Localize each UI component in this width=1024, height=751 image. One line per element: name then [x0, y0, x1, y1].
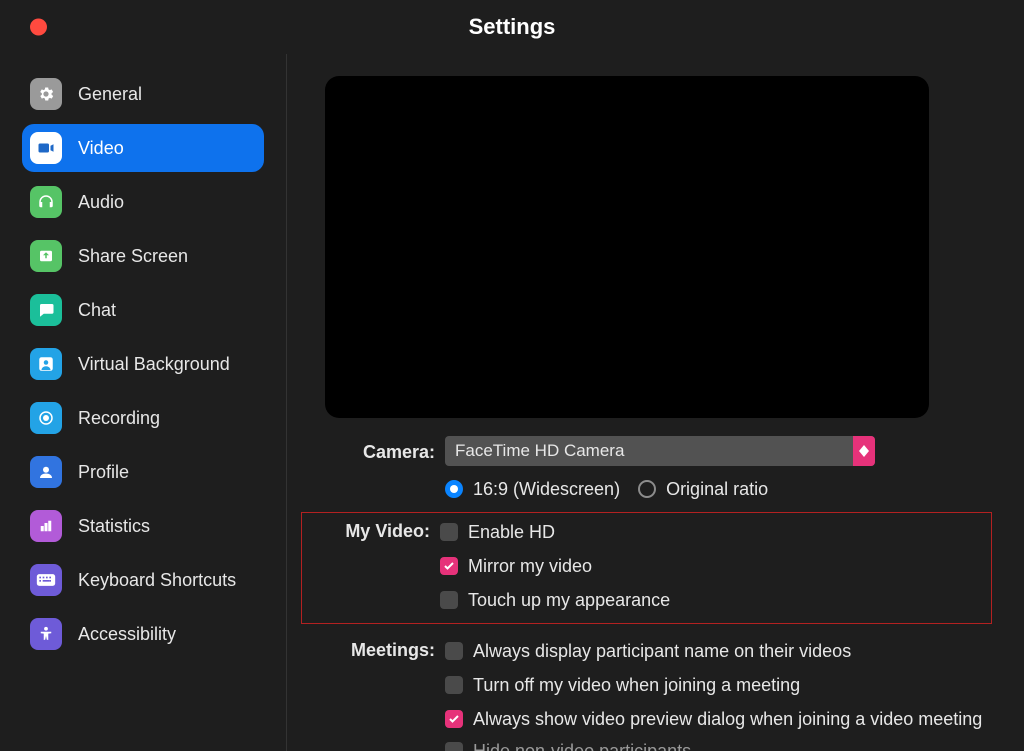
settings-window: Settings General Video [0, 0, 1024, 751]
camera-label: Camera: [307, 436, 445, 463]
person-square-icon [30, 348, 62, 380]
my-video-label: My Video: [302, 515, 440, 542]
camera-select-value: FaceTime HD Camera [455, 441, 624, 461]
aspect-ratio-original-option[interactable]: Original ratio [638, 472, 768, 506]
radio-icon [638, 480, 656, 498]
hide-non-video-checkbox[interactable]: Hide non-video participants [445, 734, 992, 751]
sidebar-item-label: Share Screen [78, 246, 188, 267]
chat-icon [30, 294, 62, 326]
sidebar-item-general[interactable]: General [22, 70, 264, 118]
gear-icon [30, 78, 62, 110]
checkbox-label: Mirror my video [468, 556, 592, 577]
checkbox-icon [440, 591, 458, 609]
checkbox-label: Enable HD [468, 522, 555, 543]
sidebar-item-chat[interactable]: Chat [22, 286, 264, 334]
radio-label: Original ratio [666, 479, 768, 500]
checkbox-icon [440, 523, 458, 541]
checkbox-label: Always display participant name on their… [473, 641, 851, 662]
sidebar-item-label: Virtual Background [78, 354, 230, 375]
record-icon [30, 402, 62, 434]
sidebar: General Video Audio Share [0, 54, 287, 751]
sidebar-item-label: Video [78, 138, 124, 159]
sidebar-item-video[interactable]: Video [22, 124, 264, 172]
sidebar-item-audio[interactable]: Audio [22, 178, 264, 226]
checkbox-label: Touch up my appearance [468, 590, 670, 611]
select-stepper-icon [853, 436, 875, 466]
touch-up-checkbox[interactable]: Touch up my appearance [440, 583, 991, 617]
checkbox-label: Turn off my video when joining a meeting [473, 675, 800, 696]
checkbox-icon [445, 742, 463, 751]
window-title: Settings [469, 14, 556, 40]
sidebar-item-label: Chat [78, 300, 116, 321]
keyboard-icon [30, 564, 62, 596]
sidebar-item-label: Keyboard Shortcuts [78, 570, 236, 591]
meetings-row: Meetings: Always display participant nam… [307, 634, 992, 751]
video-camera-icon [30, 132, 62, 164]
headphones-icon [30, 186, 62, 218]
sidebar-item-label: Profile [78, 462, 129, 483]
titlebar: Settings [0, 0, 1024, 54]
video-settings-form: Camera: FaceTime HD Camera [307, 436, 992, 751]
sidebar-item-label: Statistics [78, 516, 150, 537]
checkbox-icon [445, 710, 463, 728]
video-preview [325, 76, 929, 418]
share-screen-icon [30, 240, 62, 272]
radio-icon [445, 480, 463, 498]
display-participant-name-checkbox[interactable]: Always display participant name on their… [445, 634, 992, 668]
sidebar-item-label: Recording [78, 408, 160, 429]
sidebar-item-profile[interactable]: Profile [22, 448, 264, 496]
camera-select[interactable]: FaceTime HD Camera [445, 436, 875, 466]
checkbox-label: Always show video preview dialog when jo… [473, 709, 982, 730]
sidebar-item-statistics[interactable]: Statistics [22, 502, 264, 550]
settings-content: Camera: FaceTime HD Camera [287, 54, 1024, 751]
sidebar-item-share-screen[interactable]: Share Screen [22, 232, 264, 280]
checkbox-icon [440, 557, 458, 575]
meetings-label: Meetings: [307, 634, 445, 661]
show-video-preview-checkbox[interactable]: Always show video preview dialog when jo… [445, 702, 992, 736]
turn-off-video-joining-checkbox[interactable]: Turn off my video when joining a meeting [445, 668, 992, 702]
close-window-button[interactable] [30, 19, 47, 36]
my-video-highlight: My Video: Enable HD Mirror my video [301, 512, 992, 624]
enable-hd-checkbox[interactable]: Enable HD [440, 515, 991, 549]
sidebar-item-keyboard-shortcuts[interactable]: Keyboard Shortcuts [22, 556, 264, 604]
checkbox-icon [445, 676, 463, 694]
checkbox-icon [445, 642, 463, 660]
aspect-ratio-wide-option[interactable]: 16:9 (Widescreen) [445, 472, 620, 506]
window-body: General Video Audio Share [0, 54, 1024, 751]
sidebar-item-label: Audio [78, 192, 124, 213]
camera-row: Camera: FaceTime HD Camera [307, 436, 992, 506]
sidebar-item-label: General [78, 84, 142, 105]
mirror-video-checkbox[interactable]: Mirror my video [440, 549, 991, 583]
person-icon [30, 456, 62, 488]
bar-chart-icon [30, 510, 62, 542]
sidebar-item-accessibility[interactable]: Accessibility [22, 610, 264, 658]
sidebar-item-recording[interactable]: Recording [22, 394, 264, 442]
radio-label: 16:9 (Widescreen) [473, 479, 620, 500]
accessibility-icon [30, 618, 62, 650]
checkbox-label: Hide non-video participants [473, 741, 691, 751]
sidebar-item-virtual-background[interactable]: Virtual Background [22, 340, 264, 388]
sidebar-item-label: Accessibility [78, 624, 176, 645]
